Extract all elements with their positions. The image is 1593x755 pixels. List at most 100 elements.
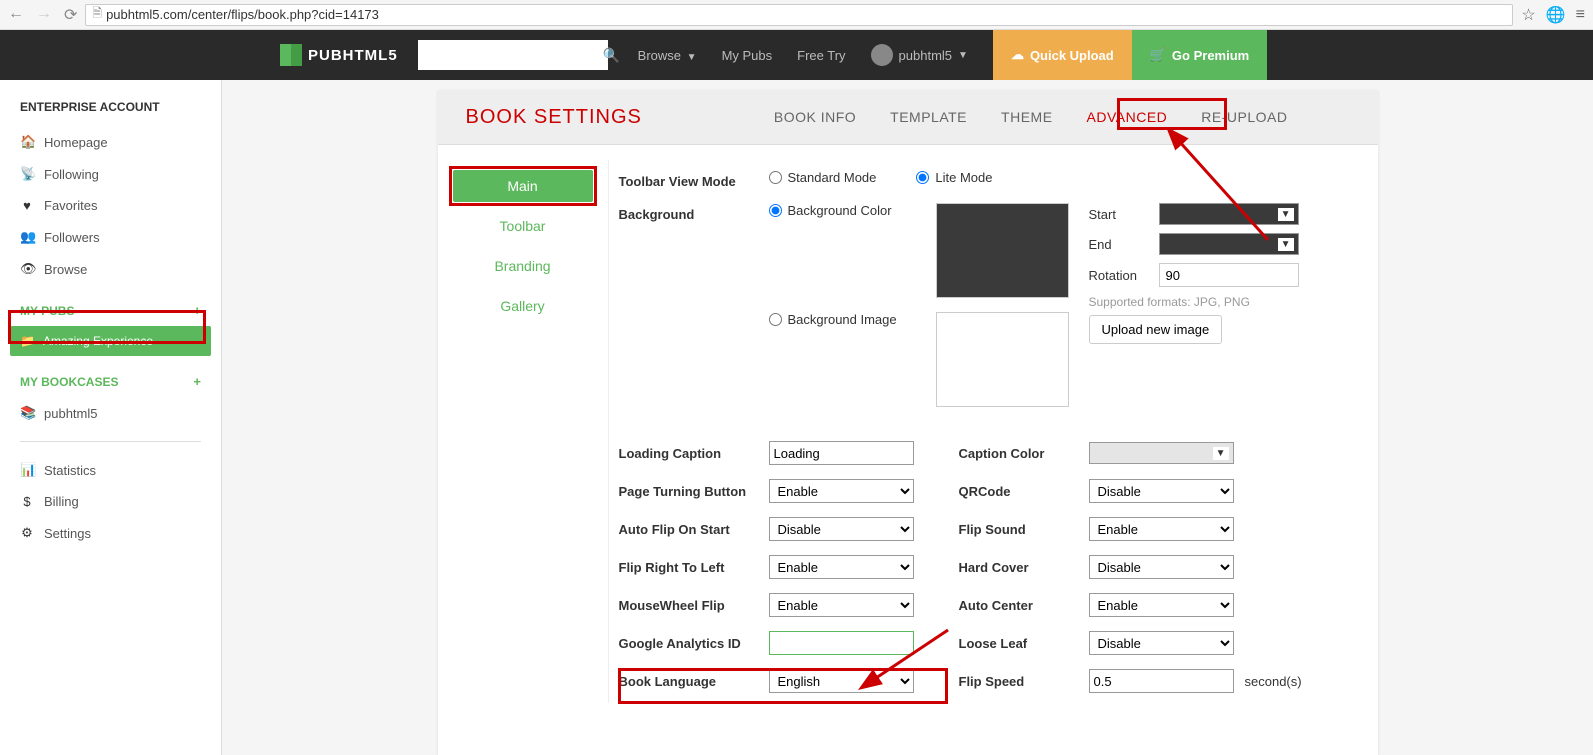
page-icon: 🗎: [92, 4, 102, 25]
label-flipspeed: Flip Speed: [959, 674, 1089, 689]
dollar-icon: $: [20, 494, 34, 509]
sidebar-item-billing[interactable]: $Billing: [0, 486, 221, 517]
tab-advanced[interactable]: ADVANCED: [1085, 105, 1170, 129]
formats-hint: Supported formats: JPG, PNG: [1089, 295, 1358, 309]
bookcases-header: MY BOOKCASES +: [0, 374, 221, 389]
add-pub-button[interactable]: +: [193, 303, 201, 318]
rtl-select[interactable]: Enable: [769, 555, 914, 579]
back-icon[interactable]: ←: [8, 5, 24, 25]
tab-template[interactable]: TEMPLATE: [888, 105, 969, 129]
label-autoflip: Auto Flip On Start: [619, 522, 769, 537]
star-icon[interactable]: ☆: [1521, 5, 1535, 25]
nav-mypubs[interactable]: My Pubs: [722, 48, 773, 63]
chart-icon: 📊: [20, 462, 34, 478]
reload-icon[interactable]: ⟳: [64, 5, 77, 25]
radio-lite-mode[interactable]: Lite Mode: [916, 170, 992, 185]
autocenter-select[interactable]: Enable: [1089, 593, 1234, 617]
sidebar-item-followers[interactable]: 👥Followers: [0, 221, 221, 253]
form-area: Toolbar View Mode Standard Mode Lite Mod…: [608, 160, 1378, 703]
radio-bg-image[interactable]: Background Image: [769, 312, 916, 327]
sidebar-item-settings[interactable]: ⚙Settings: [0, 517, 221, 549]
avatar-icon: [871, 44, 893, 66]
language-select[interactable]: English: [769, 669, 914, 693]
tab-bookinfo[interactable]: BOOK INFO: [772, 105, 858, 129]
caption-color-picker[interactable]: ▼: [1089, 442, 1234, 464]
menu-icon[interactable]: ≡: [1576, 6, 1585, 24]
label-page-turning: Page Turning Button: [619, 484, 769, 499]
label-end-color: End: [1089, 237, 1149, 252]
subnav-toolbar[interactable]: Toolbar: [453, 210, 593, 242]
search-icon[interactable]: 🔍: [603, 47, 620, 64]
home-icon: 🏠: [20, 134, 34, 150]
sidebar-bookcase-item[interactable]: 📚pubhtml5: [0, 397, 221, 429]
sidebar-item-statistics[interactable]: 📊Statistics: [0, 454, 221, 486]
looseleaf-select[interactable]: Disable: [1089, 631, 1234, 655]
panel-title: BOOK SETTINGS: [466, 106, 642, 129]
forward-icon[interactable]: →: [36, 5, 52, 25]
tabs-bar: BOOK SETTINGS BOOK INFO TEMPLATE THEME A…: [438, 90, 1378, 145]
bg-image-preview: [936, 312, 1069, 407]
subnav-gallery[interactable]: Gallery: [453, 290, 593, 322]
logo[interactable]: PUBHTML5: [280, 44, 398, 66]
sidebar-active-pub[interactable]: 📁 Amazing Experience: [10, 326, 211, 356]
user-menu[interactable]: pubhtml5 ▼: [871, 44, 968, 66]
gear-icon: ⚙: [20, 525, 34, 541]
add-bookcase-button[interactable]: +: [193, 374, 201, 389]
url-text: pubhtml5.com/center/flips/book.php?cid=1…: [106, 7, 379, 22]
flipsound-select[interactable]: Enable: [1089, 517, 1234, 541]
logo-text: PUBHTML5: [308, 47, 398, 64]
flipspeed-input[interactable]: [1089, 669, 1234, 693]
label-start-color: Start: [1089, 207, 1149, 222]
label-flipsound: Flip Sound: [959, 522, 1089, 537]
eye-icon: 👁: [20, 261, 34, 277]
nav-freetry[interactable]: Free Try: [797, 48, 845, 63]
settings-panel: BOOK SETTINGS BOOK INFO TEMPLATE THEME A…: [438, 90, 1378, 755]
heart-icon: ♥: [20, 198, 34, 213]
label-mousewheel: MouseWheel Flip: [619, 598, 769, 613]
folder-icon: 📁: [20, 334, 35, 348]
label-qrcode: QRCode: [959, 484, 1089, 499]
tab-reupload[interactable]: RE-UPLOAD: [1199, 105, 1289, 129]
quick-upload-button[interactable]: ☁ Quick Upload: [993, 30, 1132, 80]
qrcode-select[interactable]: Disable: [1089, 479, 1234, 503]
logo-icon: [280, 44, 302, 66]
users-icon: 👥: [20, 229, 34, 245]
ga-input[interactable]: [769, 631, 914, 655]
radio-bg-color[interactable]: Background Color: [769, 203, 916, 218]
globe-icon[interactable]: 🌐: [1546, 5, 1566, 25]
subnav-main[interactable]: Main: [453, 170, 593, 202]
nav-browse[interactable]: Browse ▼: [638, 48, 697, 63]
page-turning-select[interactable]: Enable: [769, 479, 914, 503]
bg-color-preview: [936, 203, 1069, 298]
browser-toolbar: ← → ⟳ 🗎 pubhtml5.com/center/flips/book.p…: [0, 0, 1593, 30]
sub-nav: Main Toolbar Branding Gallery: [438, 160, 608, 703]
content-area: BOOK SETTINGS BOOK INFO TEMPLATE THEME A…: [222, 80, 1593, 755]
tab-theme[interactable]: THEME: [999, 105, 1055, 129]
cart-icon: 🛒: [1150, 47, 1166, 63]
sidebar-item-following[interactable]: 📡Following: [0, 158, 221, 190]
books-icon: 📚: [20, 405, 34, 421]
sidebar: ENTERPRISE ACCOUNT 🏠Homepage 📡Following …: [0, 80, 222, 755]
sidebar-item-browse[interactable]: 👁Browse: [0, 253, 221, 285]
go-premium-button[interactable]: 🛒 Go Premium: [1132, 30, 1267, 80]
address-bar[interactable]: 🗎 pubhtml5.com/center/flips/book.php?cid…: [85, 4, 1513, 26]
sidebar-item-homepage[interactable]: 🏠Homepage: [0, 126, 221, 158]
label-hardcover: Hard Cover: [959, 560, 1089, 575]
search-box[interactable]: 🔍: [418, 40, 608, 70]
loading-caption-input[interactable]: [769, 441, 914, 465]
label-loading-caption: Loading Caption: [619, 446, 769, 461]
radio-standard-mode[interactable]: Standard Mode: [769, 170, 877, 185]
search-input[interactable]: [426, 48, 603, 63]
subnav-branding[interactable]: Branding: [453, 250, 593, 282]
end-color-picker[interactable]: ▼: [1159, 233, 1299, 255]
sidebar-item-favorites[interactable]: ♥Favorites: [0, 190, 221, 221]
label-rotation: Rotation: [1089, 268, 1149, 283]
hardcover-select[interactable]: Disable: [1089, 555, 1234, 579]
label-looseleaf: Loose Leaf: [959, 636, 1089, 651]
rotation-input[interactable]: [1159, 263, 1299, 287]
start-color-picker[interactable]: ▼: [1159, 203, 1299, 225]
autoflip-select[interactable]: Disable: [769, 517, 914, 541]
upload-image-button[interactable]: Upload new image: [1089, 315, 1223, 344]
mousewheel-select[interactable]: Enable: [769, 593, 914, 617]
label-language: Book Language: [619, 674, 769, 689]
